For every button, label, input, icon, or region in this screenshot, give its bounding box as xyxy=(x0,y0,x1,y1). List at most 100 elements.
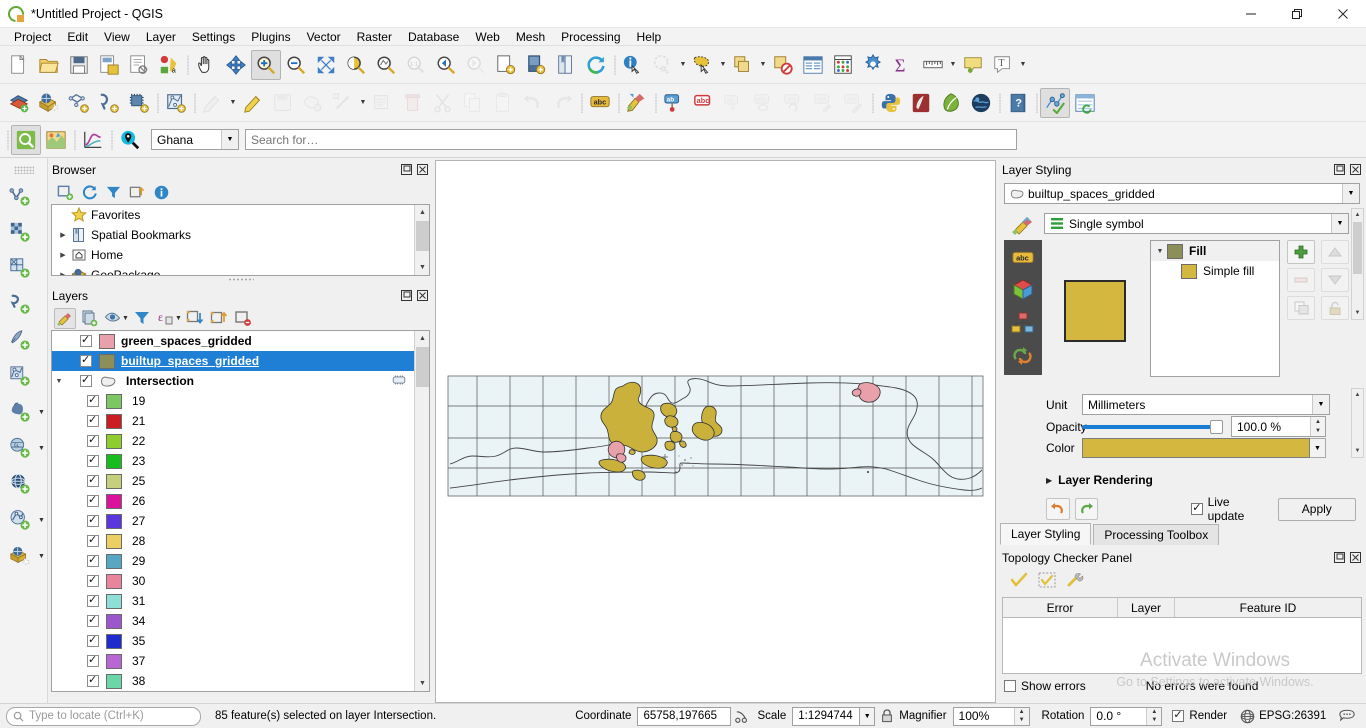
undo-icon[interactable] xyxy=(518,88,548,118)
add-group-icon[interactable] xyxy=(78,308,100,329)
color-dropdown-icon[interactable]: ▼ xyxy=(1310,438,1326,458)
scroll-up-icon[interactable]: ▲ xyxy=(415,205,429,220)
tab-processing-toolbox[interactable]: Processing Toolbox xyxy=(1093,524,1220,545)
category-row[interactable]: 22 xyxy=(52,431,429,451)
pan-map-icon[interactable] xyxy=(191,50,221,80)
map-tips-icon[interactable] xyxy=(958,50,988,80)
chevron-down-icon[interactable]: ▼ xyxy=(1018,50,1028,80)
layer-visibility-checkbox[interactable] xyxy=(80,333,92,347)
crs-label[interactable]: EPSG:26391 xyxy=(1259,710,1326,722)
float-panel-icon[interactable] xyxy=(1333,551,1346,564)
add-wfs-layer-icon[interactable] xyxy=(3,504,37,536)
new-memory-layer-icon[interactable] xyxy=(3,324,37,356)
category-row[interactable]: 35 xyxy=(52,631,429,651)
topology-table-body[interactable] xyxy=(1002,618,1362,674)
deselect-features-icon[interactable] xyxy=(728,50,758,80)
close-panel-icon[interactable] xyxy=(1349,163,1362,176)
tab-layer-styling[interactable]: Layer Styling xyxy=(1000,523,1092,545)
category-row[interactable] xyxy=(52,691,429,692)
save-project-icon[interactable] xyxy=(64,50,94,80)
move-label-icon[interactable]: ab xyxy=(719,88,749,118)
configure-topology-icon[interactable] xyxy=(1064,570,1086,591)
float-panel-icon[interactable] xyxy=(400,289,413,302)
validate-all-icon[interactable] xyxy=(1008,570,1030,591)
unit-select[interactable]: Millimeters ▼ xyxy=(1082,394,1330,415)
style-manager-icon[interactable]: a xyxy=(154,50,184,80)
chevron-right-icon[interactable]: ▶ xyxy=(56,251,70,259)
add-vector-layer-icon[interactable] xyxy=(34,88,64,118)
category-visibility-checkbox[interactable] xyxy=(87,393,99,407)
styling-layer-select[interactable]: builtup_spaces_gridded ▼ xyxy=(1004,183,1360,204)
chevron-right-icon[interactable]: ▶ xyxy=(56,271,70,275)
panel-splitter[interactable] xyxy=(48,276,433,282)
open-attribute-table-icon[interactable] xyxy=(798,50,828,80)
layer-visibility-checkbox[interactable] xyxy=(80,373,92,387)
country-select[interactable]: Ghana ▼ xyxy=(151,129,239,150)
coordinate-capture-icon[interactable] xyxy=(731,709,753,724)
remove-symbol-layer-button[interactable] xyxy=(1287,268,1315,292)
add-postgis-layer-icon[interactable] xyxy=(3,396,37,428)
chevron-right-icon[interactable]: ▶ xyxy=(1046,476,1052,485)
remove-layer-icon[interactable] xyxy=(232,308,254,329)
new-print-layout-icon[interactable] xyxy=(124,50,154,80)
apply-button[interactable]: Apply xyxy=(1277,497,1356,521)
opacity-slider-handle[interactable] xyxy=(1210,419,1223,434)
menu-view[interactable]: View xyxy=(96,29,138,45)
layer-row[interactable]: green_spaces_gridded xyxy=(52,331,429,351)
qgis-leaf-icon[interactable] xyxy=(936,88,966,118)
opacity-spinbox[interactable]: 100.0 % ▲ ▼ xyxy=(1231,416,1326,437)
open-layer-styling-panel-icon[interactable] xyxy=(54,307,76,329)
chevron-down-icon[interactable]: ▼ xyxy=(758,50,768,80)
category-visibility-checkbox[interactable] xyxy=(87,453,99,467)
layer-row[interactable]: builtup_spaces_gridded xyxy=(52,351,429,371)
toggle-editing-icon[interactable] xyxy=(238,88,268,118)
vertex-tool-icon[interactable] xyxy=(328,88,358,118)
new-gpx-layer-icon[interactable] xyxy=(3,288,37,320)
zoom-next-icon[interactable] xyxy=(461,50,491,80)
browser-tree-item[interactable]: Favorites xyxy=(52,205,429,225)
diagrams-icon[interactable] xyxy=(1004,306,1042,339)
move-symbol-down-button[interactable] xyxy=(1321,268,1349,292)
browser-tree-item[interactable]: ▶ Spatial Bookmarks xyxy=(52,225,429,245)
globe-crs-icon[interactable] xyxy=(1235,709,1259,724)
add-layer-browser-icon[interactable] xyxy=(54,182,76,203)
zoom-in-icon[interactable] xyxy=(251,49,281,80)
chevron-down-icon[interactable]: ▼ xyxy=(1153,248,1167,255)
renderer-select[interactable]: Single symbol ▼ xyxy=(1044,213,1349,234)
identify-features-icon[interactable] xyxy=(618,50,648,80)
add-delimited-text-layer-icon[interactable] xyxy=(94,88,124,118)
layer-visibility-checkbox[interactable] xyxy=(80,353,92,367)
chevron-down-icon[interactable]: ▼ xyxy=(37,445,47,452)
chevron-down-icon[interactable]: ▼ xyxy=(948,50,958,80)
delete-selected-icon[interactable] xyxy=(398,88,428,118)
cut-features-icon[interactable] xyxy=(428,88,458,118)
magnifier-spinbox[interactable]: 100% ▲ ▼ xyxy=(952,706,1030,726)
chevron-down-icon[interactable]: ▼ xyxy=(37,517,47,524)
measure-line-icon[interactable] xyxy=(918,50,948,80)
collapse-all-browser-icon[interactable] xyxy=(126,182,148,203)
styling-scrollbar-bottom[interactable]: ▲ ▼ xyxy=(1351,388,1364,458)
category-visibility-checkbox[interactable] xyxy=(87,413,99,427)
pin-labels-icon[interactable]: ab xyxy=(659,88,689,118)
scroll-thumb[interactable] xyxy=(416,347,429,387)
history-undo-icon[interactable] xyxy=(1004,339,1042,372)
scroll-thumb[interactable] xyxy=(416,221,429,251)
menu-vector[interactable]: Vector xyxy=(299,29,349,45)
symbology-brush-icon[interactable] xyxy=(1004,210,1042,240)
close-panel-icon[interactable] xyxy=(1349,551,1362,564)
add-raster-layer-icon[interactable] xyxy=(64,88,94,118)
symbol-tree-row[interactable]: ▼ Fill xyxy=(1151,241,1279,261)
scroll-down-icon[interactable]: ▼ xyxy=(1352,445,1363,457)
spin-arrows[interactable]: ▲ ▼ xyxy=(1310,417,1325,436)
messages-icon[interactable] xyxy=(1334,709,1360,723)
category-row[interactable]: 37 xyxy=(52,651,429,671)
manage-layer-visibility-icon[interactable] xyxy=(102,308,124,329)
expand-all-icon[interactable] xyxy=(184,308,206,329)
scroll-up-icon[interactable]: ▲ xyxy=(415,331,429,346)
topology-checker-icon[interactable] xyxy=(1040,87,1070,118)
category-visibility-checkbox[interactable] xyxy=(87,433,99,447)
menu-project[interactable]: Project xyxy=(6,29,59,45)
collapse-all-icon[interactable] xyxy=(208,308,230,329)
category-visibility-checkbox[interactable] xyxy=(87,573,99,587)
category-visibility-checkbox[interactable] xyxy=(87,653,99,667)
